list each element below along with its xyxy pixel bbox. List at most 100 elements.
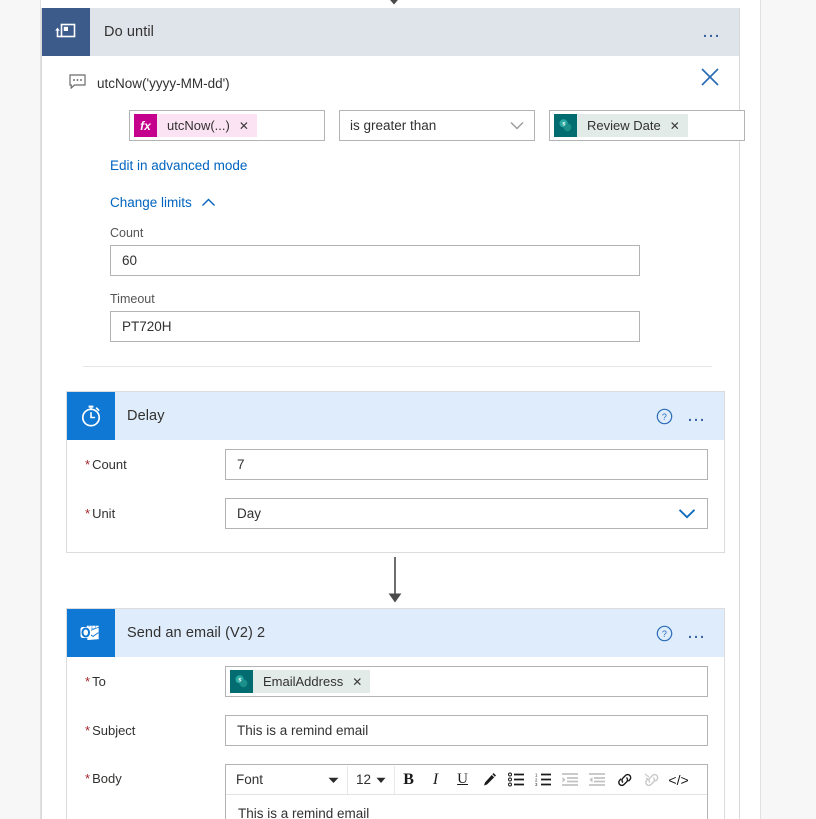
send-email-body-row: * Body Font 12 B I U 1 2 3 </> This is a… xyxy=(67,755,724,819)
delay-unit-value: Day xyxy=(237,506,262,521)
rich-text-editor: Font 12 B I U 1 2 3 </> This is a remind… xyxy=(225,764,708,819)
chevron-down-icon xyxy=(510,121,524,130)
send-email-subject-row: * Subject xyxy=(67,706,724,755)
font-size-value: 12 xyxy=(356,772,372,787)
send-email-body-label: * Body xyxy=(85,771,122,786)
delay-count-input[interactable] xyxy=(225,449,708,480)
do-until-loop-icon xyxy=(42,8,90,56)
delay-more-menu[interactable]: … xyxy=(687,406,709,425)
do-until-timeout-input[interactable] xyxy=(110,311,640,342)
delay-header-actions: ? … xyxy=(656,406,725,425)
delay-header[interactable]: Delay ? … xyxy=(67,392,724,440)
rte-toolbar: Font 12 B I U 1 2 3 </> xyxy=(226,765,707,795)
condition-operator-dropdown[interactable]: is greater than xyxy=(339,110,535,141)
svg-text:3: 3 xyxy=(535,782,538,787)
advanced-mode-row: Edit in advanced mode xyxy=(42,141,739,173)
indent-increase-icon xyxy=(557,766,584,794)
send-email-subject-input[interactable] xyxy=(225,715,708,746)
token-utcnow[interactable]: fx utcNow(...) ✕ xyxy=(134,114,257,137)
do-until-header-actions: … xyxy=(702,22,740,41)
delay-count-row: * Count xyxy=(67,440,724,489)
required-indicator: * xyxy=(85,723,91,738)
do-until-count-input[interactable] xyxy=(110,245,640,276)
required-indicator: * xyxy=(85,506,91,521)
flow-designer-canvas: Do until … utcNow('yyyy-MM-dd') fx utcNo… xyxy=(0,0,816,819)
token-emailaddress[interactable]: s EmailAddress ✕ xyxy=(230,670,371,693)
bulleted-list-icon[interactable] xyxy=(503,766,530,794)
chevron-down-icon xyxy=(376,772,386,787)
condition-right-operand-field[interactable]: s Review Date ✕ xyxy=(549,110,745,141)
send-email-subject-control xyxy=(225,715,708,746)
do-until-comment-text: utcNow('yyyy-MM-dd') xyxy=(97,75,230,91)
do-until-more-menu[interactable]: … xyxy=(702,22,724,41)
token-review-date[interactable]: s Review Date ✕ xyxy=(554,114,688,137)
do-until-timeout-block: Timeout xyxy=(42,276,739,342)
delay-card: Delay ? … * Count 7 * Unit Day xyxy=(66,391,725,553)
delay-unit-label: * Unit xyxy=(85,506,116,521)
delay-count-label: * Count xyxy=(85,457,127,472)
delay-unit-row: * Unit Day xyxy=(67,489,724,538)
do-until-title: Do until xyxy=(104,24,154,40)
required-indicator: * xyxy=(85,457,91,472)
delay-unit-dropdown[interactable]: Day xyxy=(225,498,708,529)
svg-text:?: ? xyxy=(661,629,666,639)
svg-text:?: ? xyxy=(661,412,666,422)
condition-row: fx utcNow(...) ✕ is greater than s Revie… xyxy=(42,92,745,141)
code-view-button[interactable]: </> xyxy=(665,766,692,794)
token-utcnow-label: utcNow(...) xyxy=(167,118,230,133)
sharepoint-icon: s xyxy=(554,114,577,137)
connector-arrow-delay-to-email xyxy=(66,553,723,608)
required-indicator: * xyxy=(85,674,91,689)
help-circle-icon[interactable]: ? xyxy=(656,625,673,642)
token-review-date-remove-icon[interactable]: ✕ xyxy=(670,119,680,133)
send-email-to-label: * To xyxy=(85,674,106,689)
do-until-header[interactable]: Do until … xyxy=(42,8,739,56)
italic-button[interactable]: I xyxy=(422,766,449,794)
font-family-value: Font xyxy=(236,772,264,787)
do-until-timeout-label: Timeout xyxy=(110,292,155,306)
token-utcnow-remove-icon[interactable]: ✕ xyxy=(239,119,249,133)
send-email-more-menu[interactable]: … xyxy=(687,623,709,642)
condition-operator-value: is greater than xyxy=(350,118,437,133)
send-email-header[interactable]: Send an email (V2) 2 ? … xyxy=(67,609,724,657)
outlook-icon xyxy=(67,609,115,657)
chevron-down-icon xyxy=(678,508,696,519)
edit-in-advanced-mode-link[interactable]: Edit in advanced mode xyxy=(110,158,247,173)
stopwatch-icon xyxy=(67,392,115,440)
send-email-subject-label: * Subject xyxy=(85,723,136,738)
token-emailaddress-label: EmailAddress xyxy=(263,674,344,689)
unlink-icon xyxy=(638,766,665,794)
send-email-body-text[interactable]: This is a remind email xyxy=(226,795,707,819)
change-limits-link[interactable]: Change limits xyxy=(110,195,192,210)
pen-highlight-icon[interactable] xyxy=(476,766,503,794)
bold-button[interactable]: B xyxy=(395,766,422,794)
close-icon[interactable] xyxy=(699,66,721,88)
do-until-count-label: Count xyxy=(110,226,144,240)
delay-unit-control: Day xyxy=(225,498,708,529)
condition-left-operand-field[interactable]: fx utcNow(...) ✕ xyxy=(129,110,325,141)
send-email-body-control: Font 12 B I U 1 2 3 </> This is a remind… xyxy=(225,764,708,819)
help-circle-icon[interactable]: ? xyxy=(656,408,673,425)
send-email-to-input[interactable]: s EmailAddress ✕ xyxy=(225,666,708,697)
token-review-date-label: Review Date xyxy=(587,118,661,133)
do-until-count-block: Count xyxy=(42,210,739,276)
underline-button[interactable]: U xyxy=(449,766,476,794)
do-until-body: utcNow('yyyy-MM-dd') fx utcNow(...) ✕ is… xyxy=(42,56,745,819)
font-family-dropdown[interactable]: Font xyxy=(228,765,348,794)
font-size-dropdown[interactable]: 12 xyxy=(348,765,396,794)
nested-actions-wrap: Delay ? … * Count 7 * Unit Day Send an e… xyxy=(42,367,739,819)
send-email-to-row: * To s EmailAddress ✕ xyxy=(67,657,724,706)
connector-arrow-top xyxy=(386,0,402,6)
send-email-to-control: s EmailAddress ✕ xyxy=(225,666,708,697)
required-indicator: * xyxy=(85,771,91,786)
chevron-up-icon[interactable] xyxy=(201,198,216,207)
function-fx-icon: fx xyxy=(134,114,157,137)
send-email-card: Send an email (V2) 2 ? … * To s EmailAdd… xyxy=(66,608,725,819)
send-email-header-actions: ? … xyxy=(656,623,725,642)
page-right-border xyxy=(760,0,761,819)
token-emailaddress-remove-icon[interactable]: ✕ xyxy=(352,675,362,689)
numbered-list-icon[interactable]: 1 2 3 xyxy=(530,766,557,794)
link-icon[interactable] xyxy=(611,766,638,794)
chevron-down-icon xyxy=(328,772,339,787)
change-limits-row[interactable]: Change limits xyxy=(42,173,739,210)
